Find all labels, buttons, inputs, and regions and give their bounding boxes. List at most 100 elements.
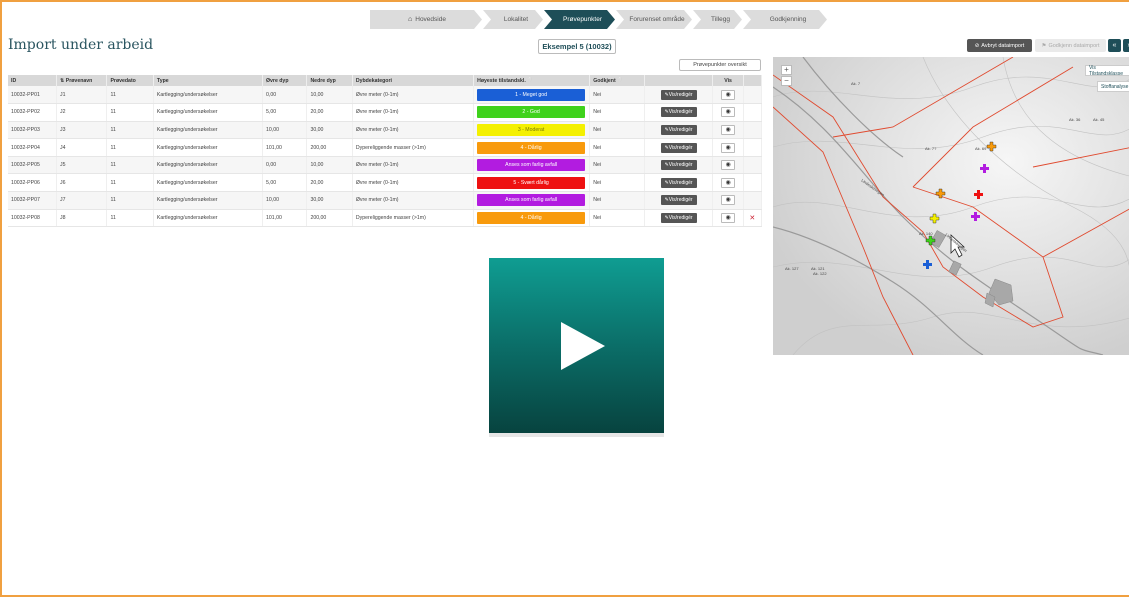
wizard-step-polluted-area[interactable]: Forurenset område: [616, 10, 692, 29]
cell-sampledate: 11: [106, 86, 154, 105]
view-on-map-button[interactable]: ◉: [721, 177, 736, 188]
column-header-approved[interactable]: Godkjent ❔: [589, 75, 645, 86]
view-edit-button[interactable]: ✎Vis/redigér: [660, 177, 697, 188]
cell-type: Kartlegging/undersøkelser: [153, 86, 264, 105]
cell-id: 10032-PP05: [8, 156, 57, 175]
view-on-map-button[interactable]: ◉: [721, 107, 736, 118]
view-edit-button[interactable]: ✎Vis/redigér: [660, 107, 697, 118]
column-header-lower-depth[interactable]: Nedre dyp: [306, 75, 353, 86]
map-label: Ak. 140: [919, 231, 933, 236]
cell-delete: [743, 86, 763, 105]
cell-depth-category: Øvre meter (0-1m): [352, 191, 475, 210]
cell-id: 10032-PP04: [8, 138, 57, 157]
wizard-step-home[interactable]: ⌂ Hovedside: [370, 10, 482, 29]
column-header-samplename[interactable]: ⇅ Prøvenavn: [56, 75, 108, 86]
view-on-map-button[interactable]: ◉: [721, 212, 736, 223]
video-player[interactable]: [489, 258, 664, 433]
view-edit-button[interactable]: ✎Vis/redigér: [660, 89, 697, 100]
cell-sampledate: 11: [106, 156, 154, 175]
cell-samplename: J3: [56, 121, 108, 140]
map-label: Ak. 69: [975, 146, 987, 151]
column-header-sampledate[interactable]: Prøvedato: [106, 75, 154, 86]
column-header-type[interactable]: Type: [153, 75, 264, 86]
table-header-row: ID ⇅ Prøvenavn Prøvedato Type Øvre dyp N…: [8, 75, 763, 86]
column-header-edit: [644, 75, 714, 86]
wizard-step-label: Tillegg: [711, 16, 730, 23]
map-terrain: [773, 57, 1129, 355]
cell-delete: ✕: [743, 209, 763, 228]
view-edit-label: Vis/redigér: [668, 144, 693, 151]
view-on-map-button[interactable]: ◉: [721, 142, 736, 153]
cell-sampledate: 11: [106, 173, 154, 193]
map-view[interactable]: Lindeskavegen Lindeskavegen Ak. 7 Ak. 36…: [773, 57, 1129, 355]
cell-view: ◉: [712, 121, 744, 140]
view-on-map-button[interactable]: ◉: [721, 124, 736, 135]
map-canvas[interactable]: Lindeskavegen Lindeskavegen Ak. 7 Ak. 36…: [773, 57, 1129, 355]
zoom-in-button[interactable]: +: [781, 65, 792, 75]
column-header-label: Høyeste tilstandskl.: [477, 77, 526, 84]
wizard-step-label: Godkjenning: [769, 16, 807, 23]
substance-analysis-button[interactable]: Stoffanalyse: [1097, 81, 1129, 92]
cell-upper-depth: 0,00: [262, 156, 308, 175]
abort-import-button[interactable]: ⊘ Avbryt dataimport: [967, 39, 1032, 52]
cell-approved: Nei: [589, 103, 645, 122]
cell-type: Kartlegging/undersøkelser: [153, 121, 264, 140]
cell-sampledate: 11: [106, 209, 154, 228]
example-badge: Eksempel 5 (10032): [538, 39, 616, 54]
cell-upper-depth: 101,00: [262, 138, 308, 157]
cell-type: Kartlegging/undersøkelser: [153, 209, 264, 228]
view-on-map-button[interactable]: ◉: [721, 160, 736, 171]
column-header-depth-category[interactable]: Dybdekategori: [352, 75, 475, 86]
video-player-shadow: [489, 433, 664, 437]
column-header-highest-class[interactable]: Høyeste tilstandskl. ❔: [473, 75, 591, 86]
wizard-breadcrumb: ⌂ Hovedside Lokalitet Prøvepunkter Forur…: [370, 10, 828, 29]
view-on-map-button[interactable]: ◉: [721, 195, 736, 206]
wizard-step-location[interactable]: Lokalitet: [483, 10, 543, 29]
delete-icon[interactable]: ✕: [749, 215, 755, 222]
view-on-map-button[interactable]: ◉: [721, 89, 736, 100]
cell-depth-category: Øvre meter (0-1m): [352, 86, 475, 105]
view-edit-button[interactable]: ✎Vis/redigér: [660, 195, 697, 206]
cell-view: ◉: [712, 173, 744, 193]
wizard-step-addition[interactable]: Tillegg: [693, 10, 742, 29]
status-badge: 5 - Svært dårlig: [477, 176, 586, 189]
cell-lower-depth: 200,00: [306, 138, 353, 157]
wizard-step-label: Lokalitet: [503, 16, 529, 23]
column-header-label: Godkjent: [593, 77, 616, 84]
zoom-out-button[interactable]: −: [781, 76, 792, 86]
cell-type: Kartlegging/undersøkelser: [153, 173, 264, 193]
cell-lower-depth: 10,00: [306, 86, 353, 105]
previous-button[interactable]: «: [1108, 39, 1121, 52]
approve-import-button[interactable]: ⚑ Godkjenn dataimport: [1035, 39, 1106, 52]
cell-sampledate: 11: [106, 138, 154, 157]
cell-upper-depth: 10,00: [262, 121, 308, 140]
cell-sampledate: 11: [106, 121, 154, 140]
column-header-id[interactable]: ID: [8, 75, 57, 86]
double-chevron-left-icon: «: [1112, 42, 1117, 49]
cell-lower-depth: 20,00: [306, 173, 353, 193]
cell-edit: ✎Vis/redigér: [644, 156, 714, 175]
cell-highest-class: 4 - Dårlig: [473, 209, 591, 228]
samplepoints-overview-button[interactable]: Prøvepunkter oversikt: [679, 59, 761, 71]
view-edit-button[interactable]: ✎Vis/redigér: [660, 124, 697, 135]
sort-icon: ⇅: [59, 77, 65, 84]
view-edit-button[interactable]: ✎Vis/redigér: [660, 160, 697, 171]
show-condition-class-button[interactable]: Vis Tilstandsklasse: [1085, 65, 1129, 77]
cell-highest-class: Anses som farlig avfall: [473, 156, 591, 175]
cell-view: ◉: [712, 86, 744, 105]
view-edit-button[interactable]: ✎Vis/redigér: [660, 142, 697, 153]
cell-id: 10032-PP07: [8, 191, 57, 210]
table-row: 10032-PP05 J5 11 Kartlegging/undersøkelser 0…: [8, 156, 763, 175]
view-edit-label: Vis/redigér: [668, 179, 693, 186]
column-header-upper-depth[interactable]: Øvre dyp: [262, 75, 308, 86]
wizard-step-samplepoints[interactable]: Prøvepunkter: [544, 10, 615, 29]
wizard-step-approval[interactable]: Godkjenning: [743, 10, 827, 29]
cell-depth-category: Øvre meter (0-1m): [352, 173, 475, 193]
table-row: 10032-PP04 J4 11 Kartlegging/undersøkelser 1…: [8, 138, 763, 157]
view-edit-button[interactable]: ✎Vis/redigér: [660, 212, 697, 223]
play-icon[interactable]: [560, 321, 605, 370]
cell-id: 10032-PP06: [8, 173, 57, 193]
next-button[interactable]: »: [1123, 39, 1129, 52]
cell-approved: Nei: [589, 156, 645, 175]
cell-samplename: J6: [56, 173, 108, 193]
